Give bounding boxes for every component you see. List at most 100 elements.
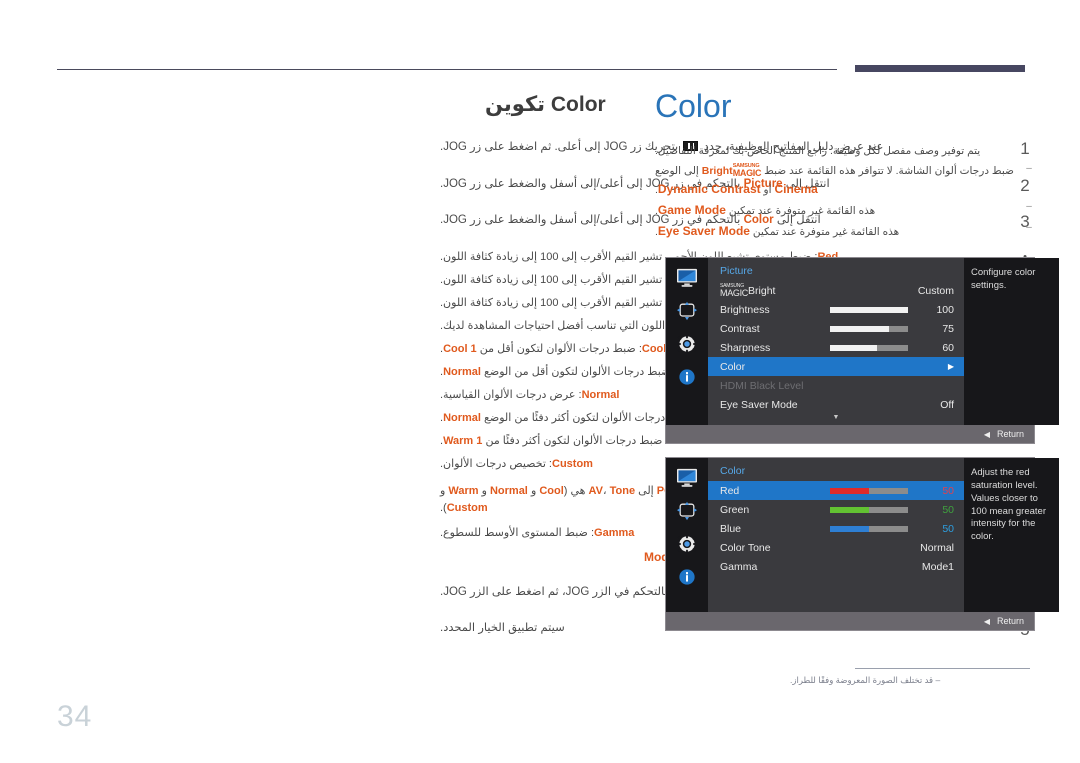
- osd-slider-green[interactable]: [830, 506, 908, 513]
- osd-row-color-tone[interactable]: Color Tone Normal: [708, 538, 964, 557]
- note-dash: ‒: [1026, 162, 1032, 174]
- osd-color-heading: Color: [720, 465, 746, 478]
- osd-color-menu[interactable]: Color Red 50 Green 50 Blue 50 Color Tone…: [665, 457, 1059, 632]
- footnote-rule: [855, 668, 1030, 669]
- osd-row-brightness[interactable]: Brightness 100: [708, 300, 964, 319]
- scroll-down-caret-icon[interactable]: ▼: [708, 414, 964, 425]
- osd-row-blue[interactable]: Blue 50: [708, 519, 964, 538]
- color-feature-column: Color يتم توفير وصف مفصل لكل وظيفة. راجع…: [655, 88, 1059, 632]
- note-eye-saver: ‒ هذه القائمة غير متوفرة عند تمكين Eye S…: [655, 222, 1035, 241]
- display-icon[interactable]: [676, 468, 698, 488]
- note0-a: ضبط درجات ألوان الشاشة. لا تتوافر هذه ال…: [764, 164, 1014, 177]
- note-dash: ‒: [1026, 200, 1032, 212]
- osd-label-eye-saver-mode: Eye Saver Mode: [720, 398, 798, 411]
- note1-term-game-mode: Game Mode: [657, 202, 726, 217]
- osd-label-color: Color: [720, 360, 746, 373]
- osd-row-contrast[interactable]: Contrast 75: [708, 319, 964, 338]
- osd-slider-blue[interactable]: [830, 525, 908, 532]
- osd-picture-help-text: Configure color settings.: [964, 258, 1059, 426]
- page-title-en: Color: [550, 93, 606, 116]
- osd-row-sharpness[interactable]: Sharpness 60: [708, 338, 964, 357]
- header-accent-block: [855, 65, 1025, 72]
- osd-row-red-selected[interactable]: Red 50: [708, 481, 964, 501]
- feature-intro: يتم توفير وصف مفصل لكل وظيفة. راجع المنت…: [655, 145, 981, 157]
- osd-value-green: 50: [942, 503, 954, 516]
- sub-normal-pre: : عرض درجات الألوان القياسية.: [440, 388, 582, 401]
- osd-row-eye-saver-mode[interactable]: Eye Saver Mode Off: [708, 395, 964, 414]
- osd-slider-brightness[interactable]: [830, 306, 908, 313]
- bullet-gamma-term: Gamma: [594, 527, 635, 540]
- sub-warm-2-pre: : ضبط درجات الألوان لتكون أكثر دفئًا من: [485, 435, 669, 448]
- sub-warm-2-term2: Warm 1: [443, 435, 483, 448]
- onscreen-display-icon[interactable]: [676, 501, 698, 521]
- magic-main: MAGIC: [732, 167, 762, 178]
- osd-return-label[interactable]: Return: [997, 429, 1024, 439]
- note-game-mode: ‒ هذه القائمة غير متوفرة عند تمكين Game …: [655, 201, 1035, 220]
- note-game-mode-text: هذه القائمة غير متوفرة عند تمكين Game Mo…: [655, 201, 1023, 220]
- osd-label-hdmi-black-level: HDMI Black Level: [720, 379, 804, 392]
- av-note-c: ،: [603, 485, 607, 498]
- sub-cool-1-pre: : ضبط درجات الألوان لتكون أقل من الوضع: [484, 365, 677, 378]
- osd-value-magicbright: Custom: [917, 284, 954, 297]
- osd-label-magicbright: SAMSUNG MAGIC Bright: [720, 283, 830, 298]
- osd-row-magicbright[interactable]: SAMSUNG MAGIC Bright Custom: [708, 281, 964, 300]
- note-magicbright-text: ضبط درجات ألوان الشاشة. لا تتوافر هذه ال…: [655, 163, 1023, 199]
- av-note-b: إلى: [638, 485, 654, 498]
- osd-slider-contrast[interactable]: [830, 325, 908, 332]
- osd-label-color-tone: Color Tone: [720, 541, 771, 554]
- note0-term-dynamic-contrast: Dynamic Contrast: [657, 181, 761, 196]
- osd-row-green[interactable]: Green 50: [708, 500, 964, 519]
- osd-color-help-text: Adjust the red saturation level. Values …: [964, 458, 1059, 613]
- osd-sidebar: [666, 258, 708, 426]
- av-note-term-normal: Normal: [489, 485, 528, 498]
- osd-picture-body: Picture SAMSUNG MAGIC Bright Custom Bright…: [708, 258, 964, 426]
- osd-label-contrast: Contrast: [720, 322, 760, 335]
- osd-color-body: Color Red 50 Green 50 Blue 50 Color Tone…: [708, 458, 964, 613]
- sub-cool-2-term2: Cool 1: [443, 342, 477, 355]
- note1-a: هذه القائمة غير متوفرة عند تمكين: [728, 204, 876, 217]
- osd-value-brightness: 100: [936, 303, 954, 316]
- system-gear-icon[interactable]: [676, 334, 698, 354]
- osd-row-hdmi-black-level: HDMI Black Level: [708, 376, 964, 395]
- av-note-end: ).: [440, 502, 447, 515]
- osd-picture-menu[interactable]: Picture SAMSUNG MAGIC Bright Custom Bright…: [665, 257, 1059, 445]
- information-icon[interactable]: [676, 367, 698, 387]
- samsung-magic-bright-logo: SAMSUNG MAGIC: [732, 163, 762, 178]
- footnote: ‒ قد تختلف الصورة المعروضة وفقًا للطراز.: [790, 668, 1030, 686]
- samsung-magic-logo: SAMSUNG MAGIC: [720, 283, 748, 298]
- osd-label-brightness: Brightness: [720, 303, 770, 316]
- information-icon[interactable]: [676, 567, 698, 587]
- onscreen-display-icon[interactable]: [676, 301, 698, 321]
- osd-label-sharpness: Sharpness: [720, 341, 771, 354]
- osd-row-color-selected[interactable]: Color ▶: [708, 357, 964, 377]
- osd-return-label[interactable]: Return: [997, 616, 1024, 626]
- note-eye-saver-text: هذه القائمة غير متوفرة عند تمكين Eye Sav…: [655, 222, 1023, 241]
- osd-label-green: Green: [720, 503, 750, 516]
- sub-custom-pre: : تخصيص درجات الألوان.: [440, 458, 552, 471]
- magic-bright-word: Bright: [701, 164, 733, 177]
- note0-term-cinema: Cinema: [774, 181, 818, 196]
- osd-value-contrast: 75: [942, 322, 954, 335]
- display-icon[interactable]: [676, 268, 698, 288]
- av-note-term-av: AV: [588, 485, 603, 498]
- system-gear-icon[interactable]: [676, 534, 698, 554]
- page-number: 34: [57, 700, 93, 733]
- magic-bright-word: Bright: [748, 284, 776, 297]
- note0-mid: أو: [763, 183, 772, 196]
- osd-value-gamma: Mode1: [921, 560, 954, 573]
- osd-row-gamma[interactable]: Gamma Mode1: [708, 557, 964, 576]
- av-note-sep2: و: [481, 485, 487, 498]
- header-rule: [57, 69, 837, 70]
- return-arrow-icon: ◀: [983, 616, 990, 626]
- note0-b: إلى الوضع: [655, 164, 699, 177]
- osd-slider-red[interactable]: [830, 487, 908, 494]
- sub-custom-term: Custom: [552, 458, 593, 471]
- step-1-text-after: بتحريك زر JOG إلى أعلى. ثم اضغط على زر J…: [440, 141, 679, 153]
- section-title: Color: [655, 88, 732, 124]
- bullet-gamma-desc: : ضبط المستوى الأوسط للسطوع.: [440, 527, 595, 540]
- osd-slider-sharpness[interactable]: [830, 344, 908, 351]
- osd-value-color-tone: Normal: [920, 541, 954, 554]
- av-note-term-tone: Tone: [609, 485, 636, 498]
- page-title-ar: تكوين: [485, 93, 546, 116]
- note2-a: هذه القائمة غير متوفرة عند تمكين: [752, 225, 900, 238]
